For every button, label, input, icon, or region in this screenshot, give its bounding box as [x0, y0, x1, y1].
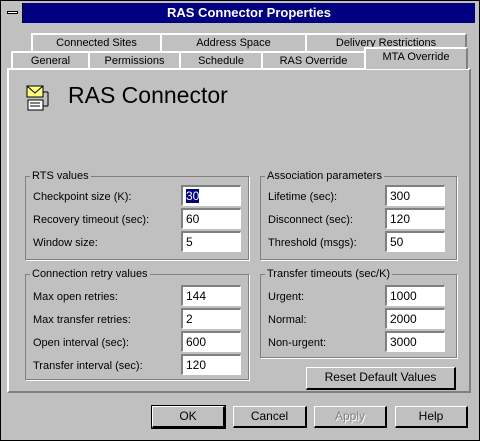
ok-button[interactable]: OK: [151, 405, 226, 429]
transfer-timeouts-title: Transfer timeouts (sec/K): [265, 267, 393, 281]
reset-default-values-button[interactable]: Reset Default Values: [306, 367, 456, 390]
tab-schedule[interactable]: Schedule: [179, 51, 263, 69]
association-parameters-title: Association parameters: [265, 169, 384, 183]
open-interval-field[interactable]: 600: [181, 331, 241, 352]
disconnect-field[interactable]: 120: [385, 208, 445, 229]
tab-connected-sites[interactable]: Connected Sites: [31, 33, 162, 51]
threshold-label: Threshold (msgs):: [268, 237, 357, 249]
recovery-timeout-label: Recovery timeout (sec):: [33, 214, 150, 226]
connector-icon: [26, 85, 49, 111]
cancel-button[interactable]: Cancel: [233, 406, 307, 428]
urgent-label: Urgent:: [268, 291, 305, 303]
tab-address-space[interactable]: Address Space: [160, 33, 307, 51]
open-interval-label: Open interval (sec):: [33, 337, 129, 349]
max-open-retries-label: Max open retries:: [33, 291, 118, 303]
urgent-field[interactable]: 1000: [385, 285, 445, 306]
transfer-interval-label: Transfer interval (sec):: [33, 360, 143, 372]
tab-permissions[interactable]: Permissions: [88, 51, 181, 69]
window-size-label: Window size:: [33, 237, 98, 249]
disconnect-label: Disconnect (sec):: [268, 214, 353, 226]
max-transfer-retries-field[interactable]: 2: [181, 308, 241, 329]
max-transfer-retries-label: Max transfer retries:: [33, 314, 131, 326]
normal-field[interactable]: 2000: [385, 308, 445, 329]
transfer-interval-field[interactable]: 120: [181, 354, 241, 375]
checkpoint-size-label: Checkpoint size (K):: [33, 191, 132, 203]
connection-retry-title: Connection retry values: [30, 267, 150, 281]
tab-general[interactable]: General: [11, 51, 90, 69]
page-title: RAS Connector: [68, 82, 228, 108]
checkpoint-size-field[interactable]: 30: [181, 185, 241, 206]
lifetime-label: Lifetime (sec):: [268, 191, 338, 203]
help-button[interactable]: Help: [395, 406, 468, 428]
max-open-retries-field[interactable]: 144: [181, 285, 241, 306]
normal-label: Normal:: [268, 314, 307, 326]
tab-mta-override[interactable]: MTA Override: [364, 47, 468, 69]
window-size-field[interactable]: 5: [181, 231, 241, 252]
non-urgent-field[interactable]: 3000: [385, 331, 445, 352]
system-menu-icon[interactable]: [3, 3, 23, 23]
rts-values-title: RTS values: [30, 169, 91, 183]
threshold-field[interactable]: 50: [385, 231, 445, 252]
window-title: RAS Connector Properties: [167, 5, 331, 20]
tab-ras-override[interactable]: RAS Override: [261, 51, 366, 69]
title-bar[interactable]: RAS Connector Properties: [3, 3, 475, 23]
non-urgent-label: Non-urgent:: [268, 337, 327, 349]
apply-button[interactable]: Apply: [314, 406, 387, 428]
recovery-timeout-field[interactable]: 60: [181, 208, 241, 229]
lifetime-field[interactable]: 300: [385, 185, 445, 206]
